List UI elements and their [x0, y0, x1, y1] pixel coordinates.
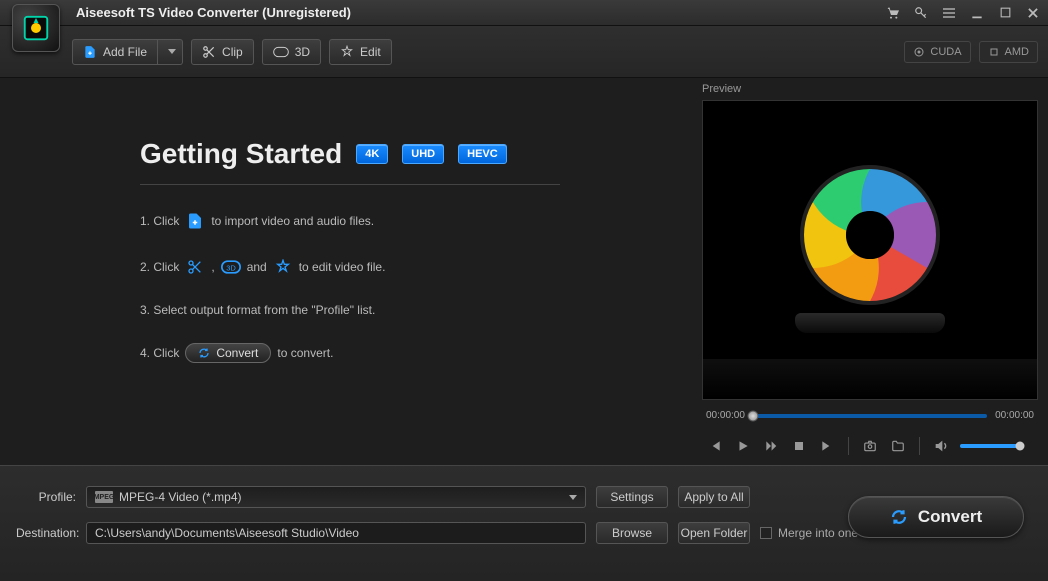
badge-4k: 4K [356, 144, 388, 164]
close-icon[interactable] [1024, 4, 1042, 22]
getting-started-title: Getting Started [140, 138, 342, 170]
app-logo [12, 4, 60, 52]
time-current: 00:00:00 [706, 410, 745, 421]
getting-started-pane: Getting Started 4K UHD HEVC 1. Click to … [0, 78, 692, 465]
clip-label: Clip [222, 45, 243, 59]
edit-button[interactable]: Edit [329, 39, 392, 65]
preview-label: Preview [692, 78, 1048, 100]
stop-button[interactable] [790, 437, 808, 455]
checkbox-icon [760, 527, 772, 539]
3d-label: 3D [295, 45, 310, 59]
destination-label: Destination: [16, 526, 76, 540]
titlebar: Aiseesoft TS Video Converter (Unregister… [0, 0, 1048, 26]
minimize-icon[interactable] [968, 4, 986, 22]
volume-slider[interactable] [960, 444, 1020, 448]
step-2: 2. Click , 3D and to edit video file. [140, 257, 692, 277]
aperture-icon [800, 165, 940, 305]
add-file-dropdown[interactable] [158, 39, 183, 65]
settings-button[interactable]: Settings [596, 486, 668, 508]
open-folder-button[interactable]: Open Folder [678, 522, 750, 544]
prev-button[interactable] [706, 437, 724, 455]
play-button[interactable] [734, 437, 752, 455]
3d-button[interactable]: 3D [262, 39, 321, 65]
step-1: 1. Click to import video and audio files… [140, 211, 692, 231]
snapshot-button[interactable] [861, 437, 879, 455]
preview-pane: Preview 00:00:00 00:00:00 [692, 78, 1048, 465]
profile-value: MPEG-4 Video (*.mp4) [119, 490, 242, 504]
app-title: Aiseesoft TS Video Converter (Unregister… [76, 5, 351, 20]
fast-forward-button[interactable] [762, 437, 780, 455]
preview-viewport [702, 100, 1038, 400]
edit-star-icon [273, 257, 293, 277]
folder-button[interactable] [889, 437, 907, 455]
bottom-panel: Profile: MPEG MPEG-4 Video (*.mp4) Setti… [0, 465, 1048, 581]
svg-text:3D: 3D [226, 263, 236, 272]
convert-label: Convert [918, 507, 982, 527]
convert-pill: Convert [185, 343, 271, 363]
cuda-label: CUDA [930, 46, 961, 58]
cuda-button[interactable]: CUDA [904, 41, 970, 63]
divider [140, 184, 560, 185]
next-button[interactable] [818, 437, 836, 455]
scissors-icon [185, 257, 205, 277]
toolbar: Add File Clip 3D Edit CUDA AMD [0, 26, 1048, 78]
edit-label: Edit [360, 45, 381, 59]
profile-label: Profile: [16, 490, 76, 504]
apply-all-button[interactable]: Apply to All [678, 486, 750, 508]
time-total: 00:00:00 [995, 410, 1034, 421]
profile-combo[interactable]: MPEG MPEG-4 Video (*.mp4) [86, 486, 586, 508]
seek-slider[interactable] [753, 414, 987, 418]
3d-icon: 3D [221, 257, 241, 277]
step-4: 4. Click Convert to convert. [140, 343, 692, 363]
convert-button[interactable]: Convert [848, 496, 1024, 538]
step-3: 3. Select output format from the "Profil… [140, 303, 692, 317]
badge-hevc: HEVC [458, 144, 507, 164]
key-icon[interactable] [912, 4, 930, 22]
amd-button[interactable]: AMD [979, 41, 1038, 63]
chevron-down-icon [569, 495, 577, 500]
amd-label: AMD [1005, 46, 1029, 58]
add-file-icon [185, 211, 205, 231]
volume-icon[interactable] [932, 437, 950, 455]
cart-icon[interactable] [884, 4, 902, 22]
browse-button[interactable]: Browse [596, 522, 668, 544]
menu-icon[interactable] [940, 4, 958, 22]
destination-input[interactable]: C:\Users\andy\Documents\Aiseesoft Studio… [86, 522, 586, 544]
badge-uhd: UHD [402, 144, 444, 164]
clip-button[interactable]: Clip [191, 39, 254, 65]
format-icon: MPEG [95, 491, 113, 503]
add-file-label: Add File [103, 45, 147, 59]
maximize-icon[interactable] [996, 4, 1014, 22]
add-file-button[interactable]: Add File [72, 39, 158, 65]
